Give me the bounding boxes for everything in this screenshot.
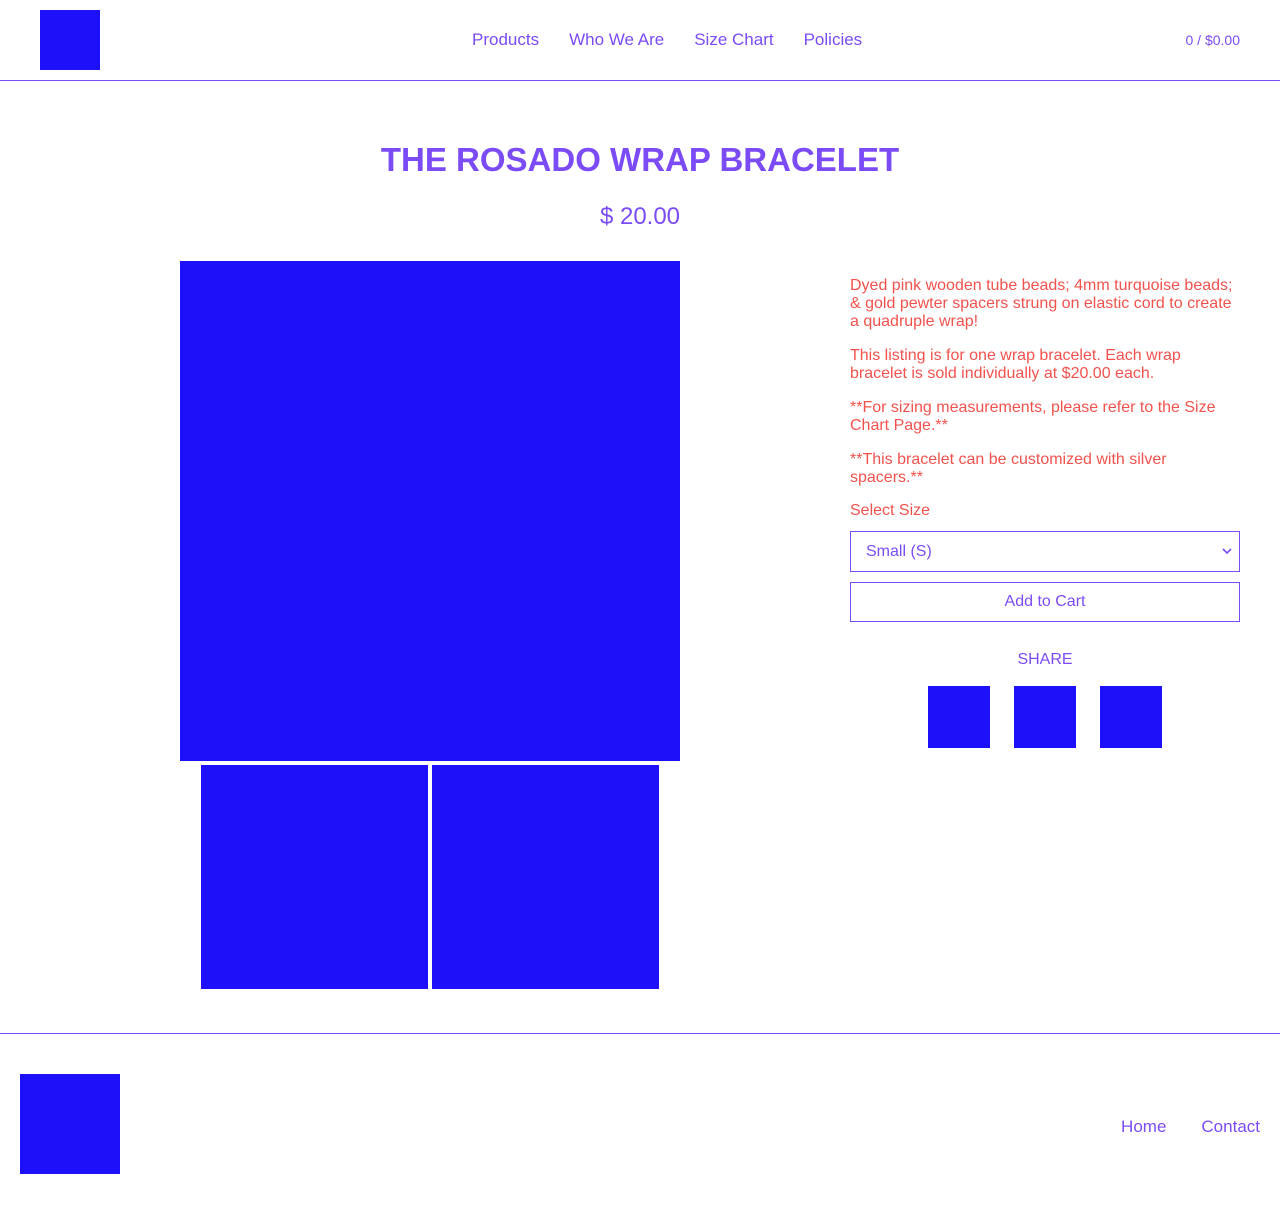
nav-item-size-chart[interactable]: Size Chart (679, 30, 788, 49)
size-select-value: Small (S) (866, 543, 932, 560)
product-description: Dyed pink wooden tube beads; 4mm turquoi… (850, 277, 1240, 487)
logo-image[interactable] (40, 10, 100, 70)
product-thumbnail-2[interactable] (432, 765, 659, 989)
product-title: THE ROSADO WRAP BRACELET (380, 141, 900, 178)
chevron-down-icon (1221, 532, 1233, 571)
main-nav: Products Who We Are Size Chart Policies (457, 30, 877, 49)
nav-item-who-we-are[interactable]: Who We Are (554, 30, 679, 49)
footer-nav: Home Contact (1106, 1117, 1280, 1136)
add-to-cart-button[interactable]: Add to Cart (850, 582, 1240, 622)
product-main-image[interactable] (180, 261, 680, 761)
cart-link[interactable]: 0 / $0.00 (1186, 32, 1241, 48)
description-paragraph: This listing is for one wrap bracelet. E… (850, 347, 1181, 382)
size-select-label: Select Size (850, 502, 931, 519)
footer-logo-image[interactable] (20, 1074, 120, 1174)
description-paragraph: **This bracelet can be customized with s… (850, 451, 1167, 486)
nav-item-policies[interactable]: Policies (789, 30, 878, 49)
site-footer: Home Contact (0, 1033, 1280, 1217)
share-label: SHARE (1017, 651, 1073, 668)
description-paragraph: **For sizing measurements, please refer … (850, 399, 1216, 434)
nav-item-products[interactable]: Products (457, 30, 554, 49)
size-select[interactable]: Small (S) (850, 531, 1240, 572)
facebook-icon[interactable] (928, 686, 990, 748)
pinterest-icon[interactable] (1100, 686, 1162, 748)
description-paragraph: Dyed pink wooden tube beads; 4mm turquoi… (850, 277, 1233, 330)
product-price: $ 20.00 (599, 203, 681, 230)
product-thumbnail-1[interactable] (201, 765, 428, 989)
site-header: Products Who We Are Size Chart Policies … (0, 0, 1280, 81)
twitter-icon[interactable] (1014, 686, 1076, 748)
product-details: Dyed pink wooden tube beads; 4mm turquoi… (850, 277, 1240, 748)
footer-nav-contact[interactable]: Contact (1186, 1117, 1280, 1136)
footer-nav-home[interactable]: Home (1106, 1117, 1186, 1136)
